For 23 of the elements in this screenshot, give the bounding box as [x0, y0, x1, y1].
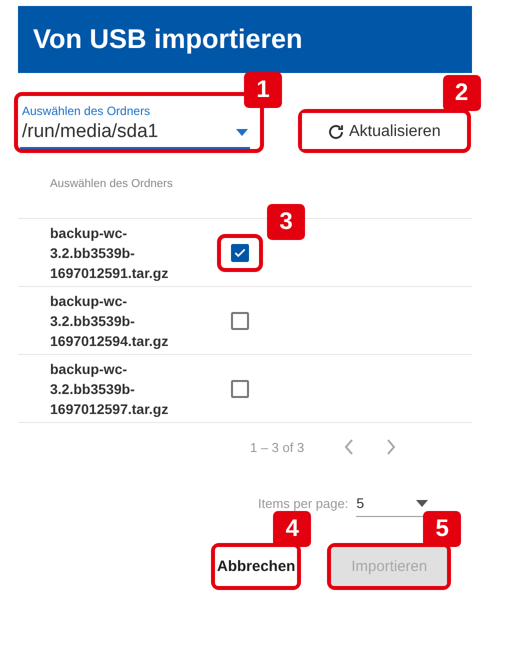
- cancel-button[interactable]: Abbrechen: [215, 547, 298, 586]
- checkbox[interactable]: [231, 312, 249, 330]
- file-name: backup-wc-3.2.bb3539b-1697012594.tar.gz: [49, 292, 170, 350]
- previous-page-icon[interactable]: [344, 439, 354, 455]
- select-value: /run/media/sda1: [22, 121, 158, 143]
- callout-badge: 2: [442, 75, 481, 111]
- caret-icon: [416, 500, 428, 506]
- checkbox[interactable]: [231, 380, 249, 398]
- page-range: 1 – 3 of 3: [250, 440, 304, 454]
- items-per-page-label: Items per page:: [258, 496, 348, 513]
- select-label: Auswählen des Ordners: [22, 104, 152, 118]
- callout-badge: 3: [267, 204, 305, 240]
- caret-icon: [236, 128, 248, 136]
- callout-badge: 5: [423, 511, 462, 547]
- callout-badge: 4: [273, 511, 312, 547]
- column-header: Auswählen des Ordners: [49, 177, 174, 192]
- file-name: backup-wc-3.2.bb3539b-1697012597.tar.gz: [49, 360, 170, 418]
- refresh-icon: [327, 123, 345, 141]
- next-page-icon[interactable]: [386, 439, 396, 455]
- checkbox[interactable]: [231, 244, 249, 262]
- dialog-title: Von USB importieren: [18, 6, 472, 73]
- callout-badge: 1: [244, 72, 282, 108]
- file-name: backup-wc-3.2.bb3539b-1697012591.tar.gz: [49, 224, 170, 282]
